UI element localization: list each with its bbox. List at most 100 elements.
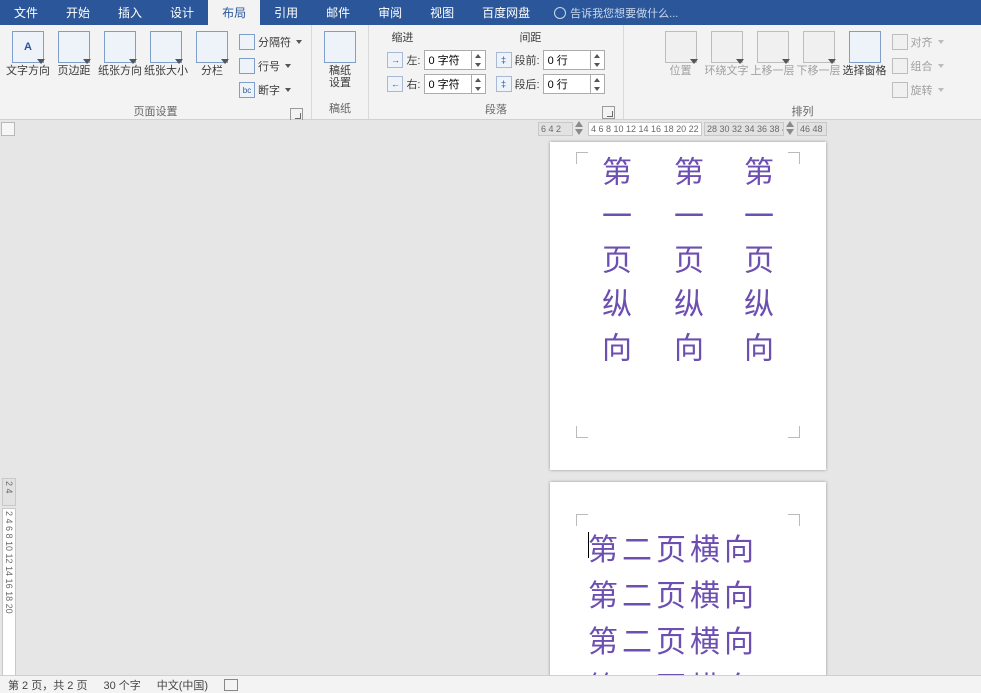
spacing-before-field[interactable]: ‡ 段前: [496, 49, 605, 71]
indent-right-icon: ← [387, 76, 403, 92]
indent-left-spinner[interactable] [424, 50, 486, 70]
indent-left-input[interactable] [425, 51, 471, 69]
line-numbers-label: 行号 [258, 58, 280, 74]
columns-icon [196, 31, 228, 63]
indent-right-spinner[interactable] [424, 74, 486, 94]
crop-mark [788, 514, 800, 526]
align-button: 对齐 [889, 31, 947, 53]
bulb-icon [554, 7, 566, 19]
crop-mark [788, 426, 800, 438]
breaks-button[interactable]: 分隔符 [236, 31, 305, 53]
columns-button[interactable]: 分栏 [190, 29, 234, 77]
wrap-text-button: 环绕文字 [705, 29, 749, 77]
selection-pane-icon [849, 31, 881, 63]
tab-view[interactable]: 视图 [416, 0, 468, 25]
tab-design[interactable]: 设计 [156, 0, 208, 25]
page2-line-4: 第二页横向 [588, 666, 758, 675]
columns-label: 分栏 [201, 65, 223, 77]
spin-up[interactable] [591, 51, 604, 60]
spin-down[interactable] [591, 60, 604, 69]
title-tab-bar: 文件 开始 插入 设计 布局 引用 邮件 审阅 视图 百度网盘 告诉我您想要做什… [0, 0, 981, 25]
spacing-before-spinner[interactable] [543, 50, 605, 70]
spin-down[interactable] [472, 60, 485, 69]
send-backward-button: 下移一层 [797, 29, 841, 77]
size-button[interactable]: 纸张大小 [144, 29, 188, 77]
tab-insert[interactable]: 插入 [104, 0, 156, 25]
wrap-text-label: 环绕文字 [705, 65, 749, 77]
spacing-after-icon: ‡ [496, 76, 512, 92]
tab-review[interactable]: 审阅 [364, 0, 416, 25]
tab-baidu[interactable]: 百度网盘 [468, 0, 544, 25]
page2-line-3: 第二页横向 [588, 620, 758, 666]
tab-references[interactable]: 引用 [260, 0, 312, 25]
ruler-right-shade-a: 28 30 32 34 36 38 40 [704, 122, 784, 136]
page1-col-3: 第一页纵向 [738, 156, 772, 376]
caret-icon [285, 64, 291, 68]
orientation-icon [104, 31, 136, 63]
send-backward-icon [803, 31, 835, 63]
page2-line-1: 第二页横向 [588, 528, 758, 574]
ruler-right-shade-b: 46 48 [797, 122, 827, 136]
bring-forward-icon [757, 31, 789, 63]
tab-home[interactable]: 开始 [52, 0, 104, 25]
spin-up[interactable] [591, 75, 604, 84]
tab-file[interactable]: 文件 [0, 0, 52, 25]
status-bar: 第 2 页，共 2 页 30 个字 中文(中国) [0, 675, 981, 693]
size-label: 纸张大小 [144, 65, 188, 77]
rotate-label: 旋转 [911, 82, 933, 98]
text-direction-icon: A [12, 31, 44, 63]
group-page-setup: A 文字方向 页边距 纸张方向 纸张大小 分栏 [0, 25, 312, 119]
indent-marker-right[interactable] [786, 121, 795, 129]
spacing-before-input[interactable] [544, 51, 590, 69]
paragraph-dialog-launcher[interactable] [375, 106, 617, 119]
spin-up[interactable] [472, 51, 485, 60]
vruler-shade-top: 2 4 [2, 478, 16, 506]
group-label: 组合 [911, 58, 933, 74]
line-numbers-button[interactable]: 行号 [236, 55, 305, 77]
spacing-header: 间距 [519, 29, 541, 45]
status-language[interactable]: 中文(中国) [157, 677, 208, 693]
status-macro-icon[interactable] [224, 679, 238, 691]
page-2[interactable]: 第二页横向 第二页横向 第二页横向 第二页横向 [550, 482, 826, 675]
size-icon [150, 31, 182, 63]
page1-col-1: 第一页纵向 [596, 156, 630, 376]
indent-right-input[interactable] [425, 75, 471, 93]
caret-icon [938, 40, 944, 44]
ruler-vertical[interactable]: 2 4 2 4 6 8 10 12 14 16 18 20 [2, 138, 18, 675]
page1-col-2: 第一页纵向 [668, 156, 702, 376]
indent-right-field[interactable]: ← 右: [387, 73, 485, 95]
selection-pane-button[interactable]: 选择窗格 [843, 29, 887, 77]
spin-up[interactable] [472, 75, 485, 84]
indent-right-label: 右: [406, 76, 420, 92]
status-page[interactable]: 第 2 页，共 2 页 [8, 677, 87, 693]
tab-layout[interactable]: 布局 [208, 0, 260, 25]
page-1[interactable]: 第一页纵向 第一页纵向 第一页纵向 [550, 142, 826, 470]
spacing-after-input[interactable] [544, 75, 590, 93]
spacing-after-spinner[interactable] [543, 74, 605, 94]
tell-me-placeholder: 告诉我您想要做什么... [570, 5, 678, 21]
hyphenation-button[interactable]: bc 断字 [236, 79, 305, 101]
spin-down[interactable] [472, 84, 485, 93]
text-direction-button[interactable]: A 文字方向 [6, 29, 50, 77]
margins-button[interactable]: 页边距 [52, 29, 96, 77]
group-icon [892, 58, 908, 74]
orientation-button[interactable]: 纸张方向 [98, 29, 142, 77]
breaks-icon [239, 34, 255, 50]
wrap-text-icon [711, 31, 743, 63]
position-button: 位置 [659, 29, 703, 77]
tab-mailings[interactable]: 邮件 [312, 0, 364, 25]
spin-down[interactable] [591, 84, 604, 93]
ruler-horizontal[interactable]: 6 4 2 4 6 8 10 12 14 16 18 20 22 24 28 3… [0, 120, 981, 138]
group-arrange: 位置 环绕文字 上移一层 下移一层 选择窗格 对齐 [624, 25, 981, 119]
selection-pane-label: 选择窗格 [843, 65, 887, 77]
tell-me-box[interactable]: 告诉我您想要做什么... [544, 0, 688, 25]
margins-icon [58, 31, 90, 63]
indent-marker[interactable] [575, 121, 584, 129]
status-words[interactable]: 30 个字 [103, 677, 140, 693]
manuscript-settings-button[interactable]: 稿纸 设置 [318, 29, 362, 89]
document-area[interactable]: 2 4 2 4 6 8 10 12 14 16 18 20 第一页纵向 第一页纵… [0, 138, 981, 675]
align-label: 对齐 [911, 34, 933, 50]
spacing-after-field[interactable]: ‡ 段后: [496, 73, 605, 95]
ruler-corner[interactable] [1, 122, 15, 136]
indent-left-field[interactable]: → 左: [387, 49, 485, 71]
